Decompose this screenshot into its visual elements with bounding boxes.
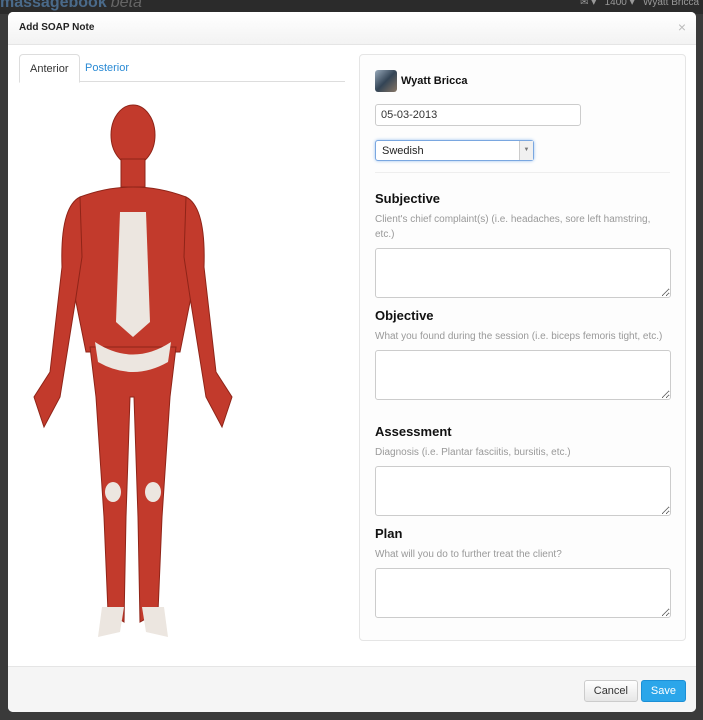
section-hint: Client's chief complaint(s) (i.e. headac…	[375, 214, 651, 240]
count-badge[interactable]: 1400	[605, 0, 627, 8]
anatomy-figure-anterior[interactable]	[20, 97, 246, 642]
user-menu[interactable]: Wyatt Bricca	[643, 0, 699, 8]
modal-title: Add SOAP Note	[19, 22, 95, 33]
cancel-button[interactable]: Cancel	[583, 680, 638, 702]
tab-anterior[interactable]: Anterior	[19, 54, 80, 83]
soap-note-modal: Add SOAP Note × Anterior Posterior Wyatt…	[8, 12, 696, 712]
section-title: Plan	[375, 526, 403, 541]
section-hint: Diagnosis (i.e. Plantar fasciitis, bursi…	[375, 447, 571, 458]
subjective-section: Subjective Client's chief complaint(s) (…	[375, 191, 672, 298]
chevron-down-icon: ▼	[519, 141, 533, 160]
section-title: Subjective	[375, 191, 441, 206]
massage-type-select[interactable]: Swedish ▼	[375, 140, 534, 161]
section-title: Objective	[375, 308, 434, 323]
save-button[interactable]: Save	[640, 680, 686, 702]
objective-section: Objective What you found during the sess…	[375, 308, 672, 400]
view-tabs: Anterior Posterior	[19, 54, 345, 83]
section-title: Assessment	[375, 424, 452, 439]
soap-form-panel: Wyatt Bricca Swedish ▼ Subjective Client…	[359, 54, 686, 641]
header-right: ✉ ▾ 1400 ▾ Wyatt Bricca	[580, 0, 699, 8]
section-hint: What will you do to further treat the cl…	[375, 549, 562, 560]
date-input[interactable]	[375, 104, 581, 126]
assessment-textarea[interactable]	[375, 466, 671, 516]
assessment-section: Assessment Diagnosis (i.e. Plantar fasci…	[375, 424, 672, 516]
tab-posterior[interactable]: Posterior	[75, 54, 139, 83]
client-info: Wyatt Bricca	[375, 70, 467, 92]
close-icon[interactable]: ×	[678, 19, 686, 35]
modal-footer: Cancel Save	[8, 666, 696, 712]
objective-textarea[interactable]	[375, 350, 671, 400]
subjective-textarea[interactable]	[375, 248, 671, 298]
plan-section: Plan What will you do to further treat t…	[375, 526, 672, 618]
divider	[375, 172, 670, 173]
client-name: Wyatt Bricca	[401, 75, 468, 87]
avatar	[375, 70, 397, 92]
plan-textarea[interactable]	[375, 568, 671, 618]
brand-logo[interactable]: massagebook beta	[0, 0, 142, 12]
section-hint: What you found during the session (i.e. …	[375, 331, 663, 342]
modal-header: Add SOAP Note ×	[8, 12, 696, 45]
